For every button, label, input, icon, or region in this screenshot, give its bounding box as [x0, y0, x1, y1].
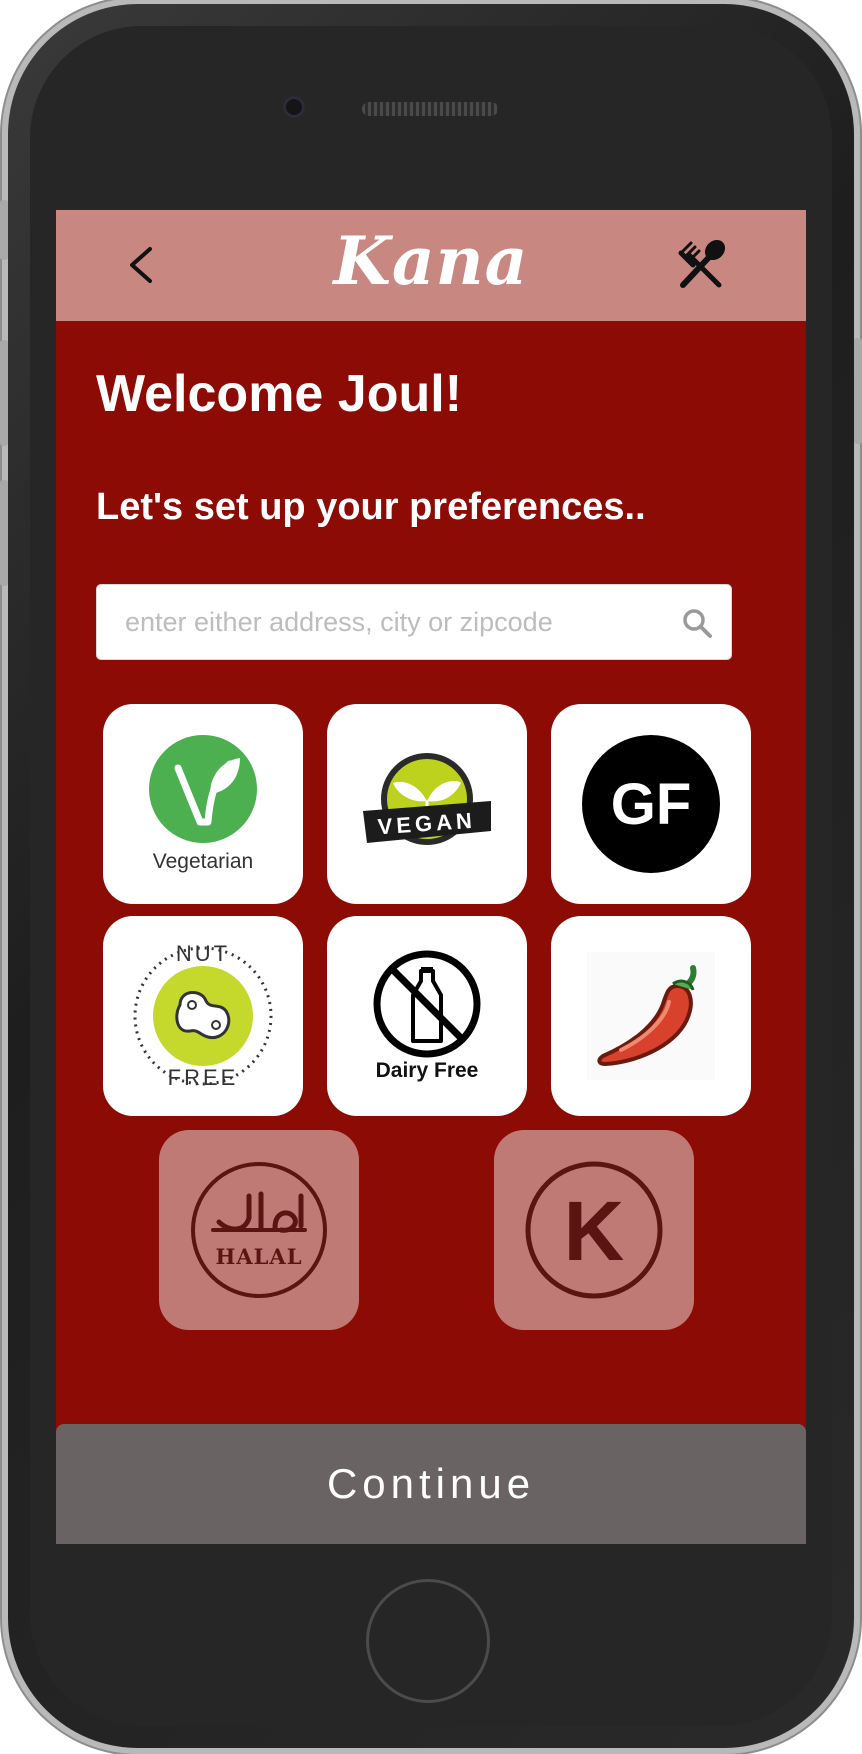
restaurant-menu-button[interactable]	[670, 234, 732, 296]
dairy-free-label: Dairy Free	[375, 1059, 479, 1082]
kosher-icon: K	[525, 1161, 663, 1299]
pref-tile-vegan[interactable]: VEGAN	[327, 704, 527, 904]
volume-up-button	[0, 340, 8, 446]
home-button[interactable]	[366, 1579, 490, 1703]
nut-free-top-text: NUT	[176, 941, 230, 966]
pref-tile-nut-free[interactable]: NUT FREE	[103, 916, 303, 1116]
preferences-subtitle: Let's set up your preferences..	[96, 486, 646, 528]
continue-button[interactable]: Continue	[56, 1424, 806, 1544]
kosher-badge-text: K	[564, 1184, 625, 1278]
vegan-icon: VEGAN	[363, 753, 491, 845]
gluten-free-icon: GF	[582, 735, 720, 873]
pref-tile-halal[interactable]: HALAL	[159, 1130, 359, 1330]
chili-pepper-icon	[587, 952, 715, 1080]
nut-free-icon: NUT FREE	[133, 941, 273, 1090]
halal-icon: HALAL	[191, 1162, 327, 1298]
power-button	[854, 338, 862, 444]
pref-tile-kosher[interactable]: K	[494, 1130, 694, 1330]
pref-tile-spicy[interactable]	[551, 916, 751, 1116]
nut-free-bottom-text: FREE	[168, 1065, 239, 1090]
location-search-input[interactable]	[125, 585, 665, 659]
dairy-free-icon	[373, 950, 481, 1058]
fork-spoon-icon	[678, 239, 726, 288]
vegetarian-icon	[149, 735, 257, 843]
gluten-free-badge-text: GF	[611, 772, 692, 837]
halal-badge-text: HALAL	[216, 1244, 303, 1269]
app-screen: Kana Welcome Joul! Let's set up your pre…	[56, 210, 806, 1544]
mute-switch	[0, 200, 8, 260]
welcome-heading: Welcome Joul!	[96, 365, 463, 423]
front-camera	[283, 96, 305, 118]
pref-tile-vegetarian[interactable]: Vegetarian	[103, 704, 303, 904]
search-icon[interactable]	[681, 607, 713, 639]
continue-label: Continue	[326, 1460, 536, 1507]
location-search-box	[96, 584, 732, 660]
volume-down-button	[0, 480, 8, 586]
top-bar: Kana	[56, 210, 806, 321]
pref-tile-gluten-free[interactable]: GF	[551, 704, 751, 904]
pref-tile-dairy-free[interactable]: Dairy Free	[327, 916, 527, 1116]
earpiece-speaker	[362, 102, 498, 116]
vegetarian-label: Vegetarian	[152, 850, 254, 873]
